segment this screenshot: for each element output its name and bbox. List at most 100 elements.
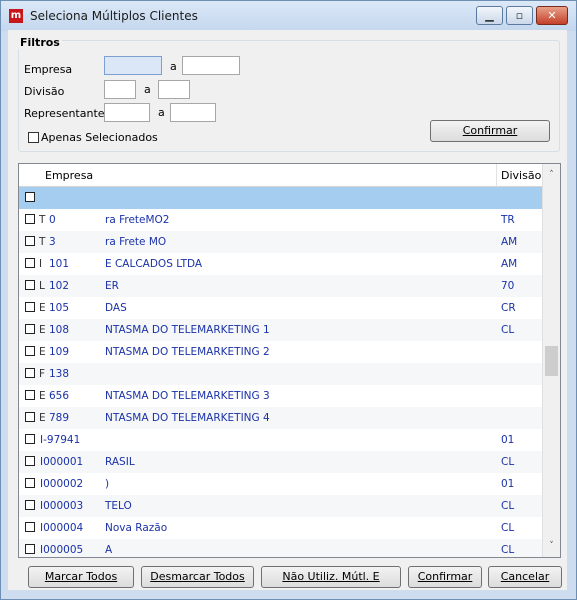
row-checkbox[interactable] <box>25 412 35 422</box>
row-checkbox[interactable] <box>25 258 35 268</box>
scroll-thumb[interactable] <box>545 346 558 376</box>
maximize-button[interactable]: ▫ <box>506 6 533 25</box>
row-divisao: 70 <box>501 280 515 292</box>
divisao-from-input[interactable] <box>104 80 136 99</box>
row-divisao: CL <box>501 500 515 512</box>
scroll-down-icon[interactable]: ˅ <box>543 538 560 555</box>
marcar-todos-button[interactable]: Marcar Todos <box>28 566 134 588</box>
row-empresa-name: Nova Razão <box>105 522 168 534</box>
filters-legend: Filtros <box>18 36 62 49</box>
row-prefix: I <box>39 258 43 270</box>
table-row[interactable]: E 656 NTASMA DO TELEMARKETING 3 <box>19 385 542 407</box>
row-empresa-name: NTASMA DO TELEMARKETING 4 <box>105 412 270 424</box>
table-row[interactable]: L 102 ER 70 <box>19 275 542 297</box>
row-divisao: 01 <box>501 434 515 446</box>
row-checkbox[interactable] <box>25 302 35 312</box>
row-empresa-name: NTASMA DO TELEMARKETING 3 <box>105 390 270 402</box>
row-checkbox[interactable] <box>25 522 35 532</box>
row-empresa-code: 3 <box>49 236 56 248</box>
desmarcar-todos-button[interactable]: Desmarcar Todos <box>141 566 254 588</box>
row-checkbox[interactable] <box>25 544 35 554</box>
row-divisao: CR <box>501 302 516 314</box>
window-title: Seleciona Múltiplos Clientes <box>30 9 198 23</box>
row-empresa-code: 102 <box>49 280 70 292</box>
row-empresa-code: I000004 <box>40 522 84 534</box>
nao-utiliz-button[interactable]: Não Utiliz. Mútl. E <box>261 566 401 588</box>
table-row[interactable]: E 108 NTASMA DO TELEMARKETING 1 CL <box>19 319 542 341</box>
row-checkbox[interactable] <box>25 390 35 400</box>
row-divisao: CL <box>501 456 515 468</box>
empresa-label: Empresa <box>24 63 73 76</box>
empresa-from-input[interactable] <box>104 56 162 75</box>
vertical-scrollbar[interactable]: ˄ ˅ <box>542 164 560 557</box>
row-prefix: E <box>39 346 46 358</box>
row-prefix: T <box>39 214 46 226</box>
table-row[interactable]: I-97941 01 <box>19 429 542 451</box>
representante-label: Representante <box>24 107 105 120</box>
column-divider[interactable] <box>496 164 497 186</box>
table-row[interactable]: F 138 <box>19 363 542 385</box>
row-divisao: CL <box>501 324 515 336</box>
row-empresa-name: A <box>105 544 113 556</box>
title-bar[interactable]: m Seleciona Múltiplos Clientes ▁ ▫ ✕ <box>1 1 576 31</box>
column-header-divisao[interactable]: Divisão <box>501 169 541 182</box>
row-checkbox[interactable] <box>25 214 35 224</box>
row-empresa-code: 0 <box>49 214 56 226</box>
row-prefix: T <box>39 236 46 248</box>
table-row[interactable] <box>19 187 542 209</box>
rep-to-input[interactable] <box>170 103 216 122</box>
row-empresa-code: I-97941 <box>40 434 81 446</box>
row-empresa-code: 789 <box>49 412 70 424</box>
close-icon: ✕ <box>547 9 557 22</box>
row-empresa-name: TELO <box>105 500 132 512</box>
row-empresa-name: ra Frete MO <box>105 236 167 248</box>
rep-from-input[interactable] <box>104 103 150 122</box>
row-empresa-code: I000003 <box>40 500 84 512</box>
table-row[interactable]: T 3 ra Frete MO AM <box>19 231 542 253</box>
row-empresa-name: DAS <box>105 302 127 314</box>
row-checkbox[interactable] <box>25 324 35 334</box>
table-row[interactable]: E 105 DAS CR <box>19 297 542 319</box>
row-empresa-name: E CALCADOS LTDA <box>105 258 203 270</box>
apenas-selecionados-label: Apenas Selecionados <box>41 131 158 144</box>
row-checkbox[interactable] <box>25 346 35 356</box>
rep-a-label: a <box>158 106 165 119</box>
row-checkbox[interactable] <box>25 368 35 378</box>
filter-confirm-button[interactable]: Confirmar <box>430 120 550 142</box>
row-checkbox[interactable] <box>25 280 35 290</box>
table-row[interactable]: E 109 NTASMA DO TELEMARKETING 2 <box>19 341 542 363</box>
confirmar-button[interactable]: Confirmar <box>408 566 482 588</box>
table-row[interactable]: I000001 RASIL CL <box>19 451 542 473</box>
apenas-selecionados-checkbox[interactable] <box>28 132 39 143</box>
divisao-a-label: a <box>144 83 151 96</box>
table-row[interactable]: I000002) 01 <box>19 473 542 495</box>
row-empresa-code: I000002 <box>40 478 84 490</box>
row-empresa-code: 105 <box>49 302 70 314</box>
minimize-button[interactable]: ▁ <box>476 6 503 25</box>
close-button[interactable]: ✕ <box>536 6 568 25</box>
table-row[interactable]: I 101 E CALCADOS LTDA AM <box>19 253 542 275</box>
row-checkbox[interactable] <box>25 434 35 444</box>
minimize-icon: ▁ <box>485 9 494 22</box>
row-empresa-code: 101 <box>49 258 70 270</box>
row-checkbox[interactable] <box>25 478 35 488</box>
table-row[interactable]: T 0 ra FreteMO2 TR <box>19 209 542 231</box>
row-checkbox[interactable] <box>25 192 35 202</box>
table-row[interactable]: I000005 A CL <box>19 539 542 557</box>
row-empresa-name: ER <box>105 280 119 292</box>
row-checkbox[interactable] <box>25 456 35 466</box>
divisao-to-input[interactable] <box>158 80 190 99</box>
column-header-empresa[interactable]: Empresa <box>45 169 93 182</box>
cancelar-button[interactable]: Cancelar <box>488 566 562 588</box>
table-row[interactable]: I000004 Nova Razão CL <box>19 517 542 539</box>
scroll-up-icon[interactable]: ˄ <box>543 167 560 184</box>
row-checkbox[interactable] <box>25 236 35 246</box>
row-divisao: TR <box>501 214 515 226</box>
row-divisao: CL <box>501 522 515 534</box>
table-row[interactable]: E 789 NTASMA DO TELEMARKETING 4 <box>19 407 542 429</box>
row-checkbox[interactable] <box>25 500 35 510</box>
table-row[interactable]: I000003 TELO CL <box>19 495 542 517</box>
empresa-to-input[interactable] <box>182 56 240 75</box>
row-empresa-code: 109 <box>49 346 70 358</box>
row-divisao: AM <box>501 236 518 248</box>
